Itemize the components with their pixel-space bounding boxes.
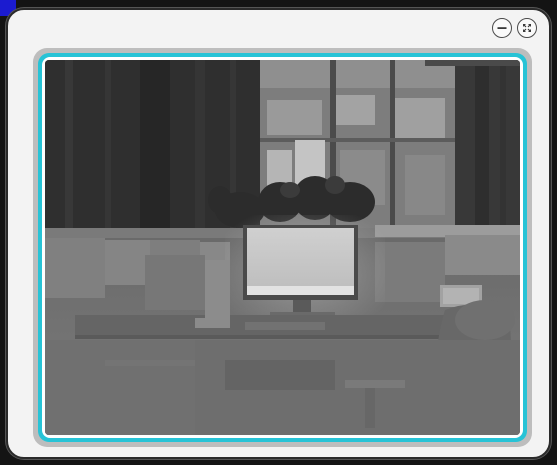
thermal-camera-feed[interactable] — [45, 60, 520, 435]
expand-arrows-icon — [523, 24, 531, 32]
thermal-image — [45, 60, 520, 435]
minimize-button[interactable] — [492, 18, 512, 38]
minus-icon — [497, 27, 507, 29]
camera-viewer-window — [6, 8, 551, 459]
viewer-frame-inner — [42, 57, 523, 438]
fullscreen-button[interactable] — [517, 18, 537, 38]
window-controls — [492, 18, 537, 38]
viewer-frame — [33, 48, 532, 447]
desktop-background — [0, 0, 557, 465]
viewer-frame-accent — [38, 53, 527, 442]
